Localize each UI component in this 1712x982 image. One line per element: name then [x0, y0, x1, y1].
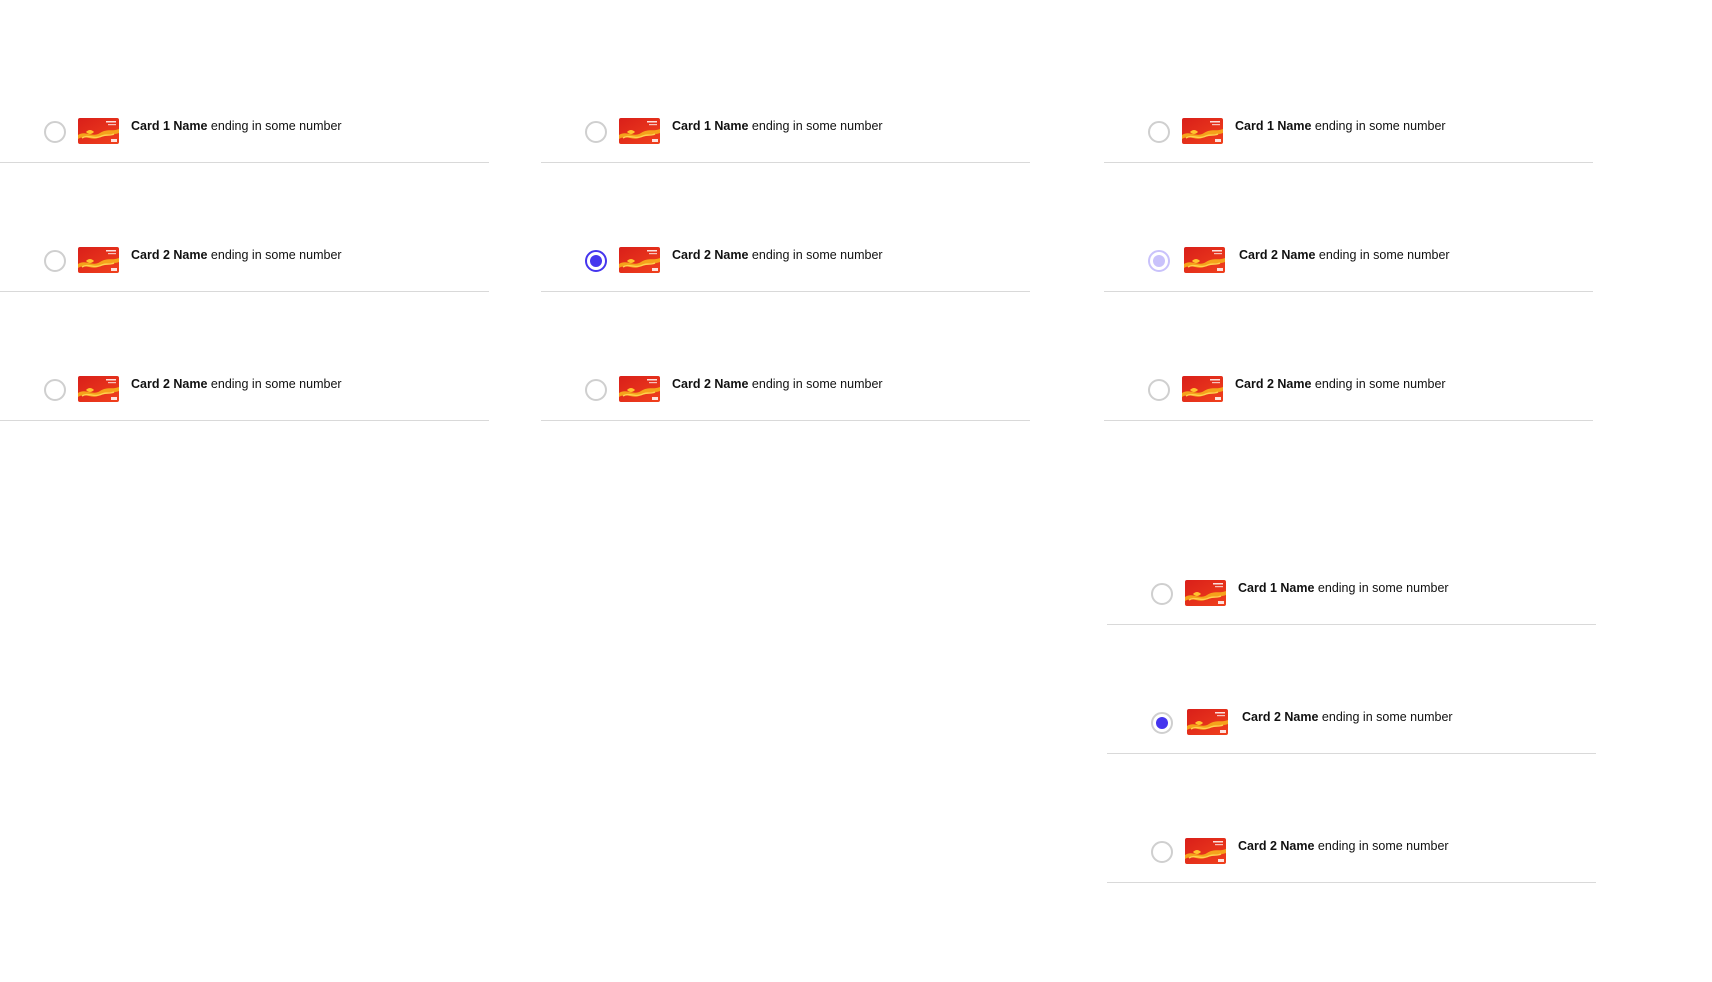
card-option-row[interactable]: Card 2 Name ending in some number: [541, 163, 1030, 292]
card-ending-text: ending in some number: [751, 119, 883, 133]
credit-card-icon: [78, 247, 119, 273]
radio-button[interactable]: [44, 379, 66, 401]
card-option-label: Card 2 Name ending in some number: [131, 247, 342, 263]
card-option-row[interactable]: Card 2 Name ending in some number: [0, 292, 489, 421]
card-name: Card 2 Name: [1242, 710, 1319, 724]
card-name: Card 2 Name: [1238, 839, 1315, 853]
card-option-row[interactable]: Card 2 Name ending in some number: [1104, 292, 1593, 421]
card-ending-text: ending in some number: [751, 377, 883, 391]
card-ending-text: ending in some number: [1317, 581, 1449, 595]
card-name: Card 1 Name: [1235, 119, 1312, 133]
card-name: Card 2 Name: [1239, 248, 1316, 262]
radio-button-selected[interactable]: [585, 250, 607, 272]
credit-card-icon: [619, 376, 660, 402]
card-ending-text: ending in some number: [751, 248, 883, 262]
radio-button[interactable]: [1148, 379, 1170, 401]
radio-button[interactable]: [44, 121, 66, 143]
radio-button[interactable]: [44, 250, 66, 272]
credit-card-icon: [619, 118, 660, 144]
card-ending-text: ending in some number: [1314, 119, 1446, 133]
card-option-label: Card 2 Name ending in some number: [1238, 838, 1449, 854]
card-option-label: Card 2 Name ending in some number: [672, 376, 883, 392]
card-option-label: Card 2 Name ending in some number: [1235, 376, 1446, 392]
credit-card-icon: [1182, 376, 1223, 402]
radio-button[interactable]: [1151, 841, 1173, 863]
radio-button[interactable]: [585, 379, 607, 401]
card-option-row[interactable]: Card 2 Name ending in some number: [0, 163, 489, 292]
card-option-row[interactable]: Card 2 Name ending in some number: [541, 292, 1030, 421]
card-name: Card 2 Name: [1235, 377, 1312, 391]
card-name: Card 2 Name: [131, 248, 208, 262]
card-option-label: Card 2 Name ending in some number: [1239, 247, 1450, 263]
radio-button[interactable]: [585, 121, 607, 143]
card-option-label: Card 1 Name ending in some number: [131, 118, 342, 134]
card-option-row[interactable]: Card 1 Name ending in some number: [1104, 34, 1593, 163]
card-ending-text: ending in some number: [210, 119, 342, 133]
credit-card-icon: [78, 376, 119, 402]
card-option-label: Card 1 Name ending in some number: [1238, 580, 1449, 596]
card-ending-text: ending in some number: [1321, 710, 1453, 724]
radio-button[interactable]: [1151, 583, 1173, 605]
card-option-row[interactable]: Card 1 Name ending in some number: [1107, 496, 1596, 625]
radio-button-hover[interactable]: [1148, 250, 1170, 272]
radio-button[interactable]: [1148, 121, 1170, 143]
card-list-hover: Card 1 Name ending in some number Card 2…: [1104, 34, 1593, 421]
card-option-row[interactable]: Card 2 Name ending in some number: [1104, 163, 1593, 292]
card-name: Card 2 Name: [672, 248, 749, 262]
card-name: Card 1 Name: [672, 119, 749, 133]
card-option-label: Card 2 Name ending in some number: [672, 247, 883, 263]
card-option-row[interactable]: Card 1 Name ending in some number: [541, 34, 1030, 163]
card-name: Card 2 Name: [131, 377, 208, 391]
credit-card-icon: [1187, 709, 1228, 735]
card-ending-text: ending in some number: [1314, 377, 1446, 391]
card-ending-text: ending in some number: [210, 377, 342, 391]
card-name: Card 2 Name: [672, 377, 749, 391]
credit-card-icon: [1185, 580, 1226, 606]
card-option-label: Card 2 Name ending in some number: [131, 376, 342, 392]
card-name: Card 1 Name: [1238, 581, 1315, 595]
card-ending-text: ending in some number: [1317, 839, 1449, 853]
credit-card-icon: [619, 247, 660, 273]
credit-card-icon: [1185, 838, 1226, 864]
card-list-default: Card 1 Name ending in some number Card 2…: [0, 34, 489, 421]
card-option-label: Card 1 Name ending in some number: [672, 118, 883, 134]
card-list-pressed: Card 1 Name ending in some number Card 2…: [1107, 496, 1596, 883]
card-ending-text: ending in some number: [1318, 248, 1450, 262]
card-ending-text: ending in some number: [210, 248, 342, 262]
card-name: Card 1 Name: [131, 119, 208, 133]
credit-card-icon: [78, 118, 119, 144]
radio-button-selected[interactable]: [1151, 712, 1173, 734]
card-option-label: Card 1 Name ending in some number: [1235, 118, 1446, 134]
credit-card-icon: [1182, 118, 1223, 144]
card-option-row[interactable]: Card 1 Name ending in some number: [0, 34, 489, 163]
card-list-selected: Card 1 Name ending in some number Card 2…: [541, 34, 1030, 421]
credit-card-icon: [1184, 247, 1225, 273]
card-option-row[interactable]: Card 2 Name ending in some number: [1107, 625, 1596, 754]
card-option-label: Card 2 Name ending in some number: [1242, 709, 1453, 725]
card-option-row[interactable]: Card 2 Name ending in some number: [1107, 754, 1596, 883]
